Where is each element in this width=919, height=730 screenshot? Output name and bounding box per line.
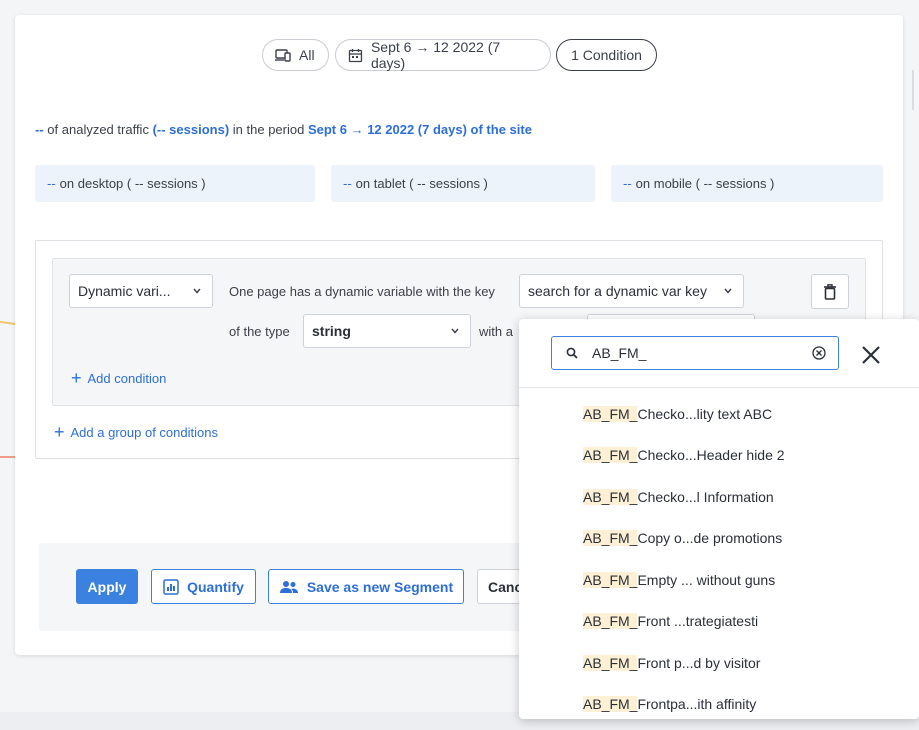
option-match: AB_FM_	[583, 405, 638, 422]
summary-count: --	[35, 122, 44, 137]
condition-sentence: One page has a dynamic variable with the…	[229, 284, 495, 299]
users-icon	[279, 580, 298, 593]
option-match: AB_FM_	[583, 696, 638, 713]
option-rest: Checko...lity text ABC	[637, 405, 773, 422]
device-filter-pill[interactable]: All	[262, 39, 329, 71]
mobile-traffic-card: -- on mobile ( -- sessions )	[611, 165, 883, 202]
delete-condition-button[interactable]	[811, 274, 849, 309]
key-options-list: AB_FM_ Checko...lity text ABC AB_FM_ Check…	[519, 393, 919, 719]
condition-sentence: with a	[479, 324, 513, 339]
dropdown-divider	[519, 387, 919, 388]
option-match: AB_FM_	[583, 654, 638, 671]
key-option[interactable]: AB_FM_ Checko...Header hide 2	[519, 435, 919, 477]
dynamic-var-key-dropdown: AB_FM_Checko...lity text ABC AB_FM_Check…	[519, 319, 919, 719]
key-option[interactable]: AB_FM_ Front p...d by visitor	[519, 642, 919, 684]
apply-button[interactable]: Apply	[76, 569, 138, 604]
summary-period: Sept 6 → 12 2022 (7 days) of the site	[307, 122, 532, 137]
option-rest: Front p...d by visitor	[637, 654, 761, 671]
apply-label: Apply	[87, 578, 127, 595]
save-segment-button[interactable]: Save as new Segment	[268, 569, 464, 604]
device-count: --	[47, 176, 56, 191]
add-condition-label: Add condition	[87, 370, 167, 386]
option-rest: Checko...Header hide 2	[637, 447, 785, 464]
summary-text: in the period	[232, 122, 305, 137]
condition-type-value: Dynamic vari...	[78, 283, 171, 299]
background-chart-line	[0, 320, 17, 326]
add-group-label: Add a group of conditions	[70, 424, 218, 440]
bar-chart-icon	[163, 578, 179, 595]
close-icon[interactable]	[859, 343, 883, 367]
chevron-down-icon	[724, 288, 732, 294]
plus-icon: +	[54, 422, 65, 442]
add-group-link[interactable]: + Add a group of conditions	[54, 423, 218, 441]
dynamic-var-key-select[interactable]: search for a dynamic var key	[519, 274, 744, 308]
trash-icon	[824, 283, 836, 300]
calendar-icon	[348, 48, 363, 62]
key-option[interactable]: AB_FM_ Copy o...de promotions	[519, 518, 919, 560]
option-rest: Front ...trategiatesti	[637, 613, 759, 630]
quantify-button[interactable]: Quantify	[151, 569, 256, 604]
key-option[interactable]: AB_FM_ Front ...trategiatesti	[519, 601, 919, 643]
option-match: AB_FM_	[583, 613, 638, 630]
summary-text: of analyzed traffic	[47, 122, 149, 137]
option-rest: Frontpa...ith affinity	[637, 696, 757, 713]
key-search-field[interactable]	[551, 336, 839, 370]
background-edge	[912, 70, 914, 110]
device-count: --	[623, 176, 632, 191]
key-option[interactable]: AB_FM_ Checko...l Information	[519, 476, 919, 518]
device-filter-label: All	[299, 47, 315, 63]
desktop-traffic-card: -- on desktop ( -- sessions )	[35, 165, 315, 202]
clear-search-icon[interactable]	[812, 346, 826, 360]
chevron-down-icon	[451, 328, 459, 334]
device-count: --	[343, 176, 352, 191]
key-option[interactable]: AB_FM_ Empty ... without guns	[519, 559, 919, 601]
device-label: on mobile ( -- sessions )	[635, 176, 775, 191]
background-chart-line	[0, 456, 16, 458]
key-option[interactable]: AB_FM_ Checko...lity text ABC	[519, 393, 919, 435]
value-type-value: string	[312, 323, 351, 339]
quantify-label: Quantify	[187, 578, 244, 595]
key-select-value: search for a dynamic var key	[528, 283, 707, 299]
key-search-input[interactable]	[592, 345, 792, 361]
condition-filter-pill[interactable]: 1 Condition	[556, 39, 657, 71]
option-match: AB_FM_	[583, 488, 638, 505]
condition-type-select[interactable]: Dynamic vari...	[69, 274, 213, 308]
key-option[interactable]: AB_FM_ Frontpa...ith affinity	[519, 684, 919, 720]
option-match: AB_FM_	[583, 447, 638, 464]
devices-icon	[275, 49, 291, 62]
option-rest: Copy o...de promotions	[637, 530, 783, 547]
plus-icon: +	[71, 368, 82, 388]
date-filter-pill[interactable]: Sept 6 → 12 2022 (7 days)	[335, 39, 551, 71]
option-match: AB_FM_	[583, 530, 638, 547]
add-condition-link[interactable]: + Add condition	[71, 369, 166, 387]
date-filter-label: Sept 6 → 12 2022 (7 days)	[370, 39, 501, 71]
chevron-down-icon	[193, 288, 201, 294]
tablet-traffic-card: -- on tablet ( -- sessions )	[331, 165, 595, 202]
search-icon	[566, 347, 578, 359]
option-match: AB_FM_	[583, 571, 638, 588]
save-segment-label: Save as new Segment	[306, 578, 454, 595]
value-type-select[interactable]: string	[303, 314, 471, 348]
traffic-summary: -- of analyzed traffic (-- sessions) in …	[35, 122, 532, 137]
cancel-label: Canc	[488, 578, 523, 595]
device-label: on desktop ( -- sessions )	[59, 176, 206, 191]
condition-filter-label: 1 Condition	[571, 47, 642, 63]
condition-sentence: of the type	[229, 324, 290, 339]
device-label: on tablet ( -- sessions )	[355, 176, 488, 191]
option-rest: Checko...l Information	[637, 488, 774, 505]
option-rest: Empty ... without guns	[637, 571, 776, 588]
summary-sessions: (-- sessions)	[152, 122, 230, 137]
